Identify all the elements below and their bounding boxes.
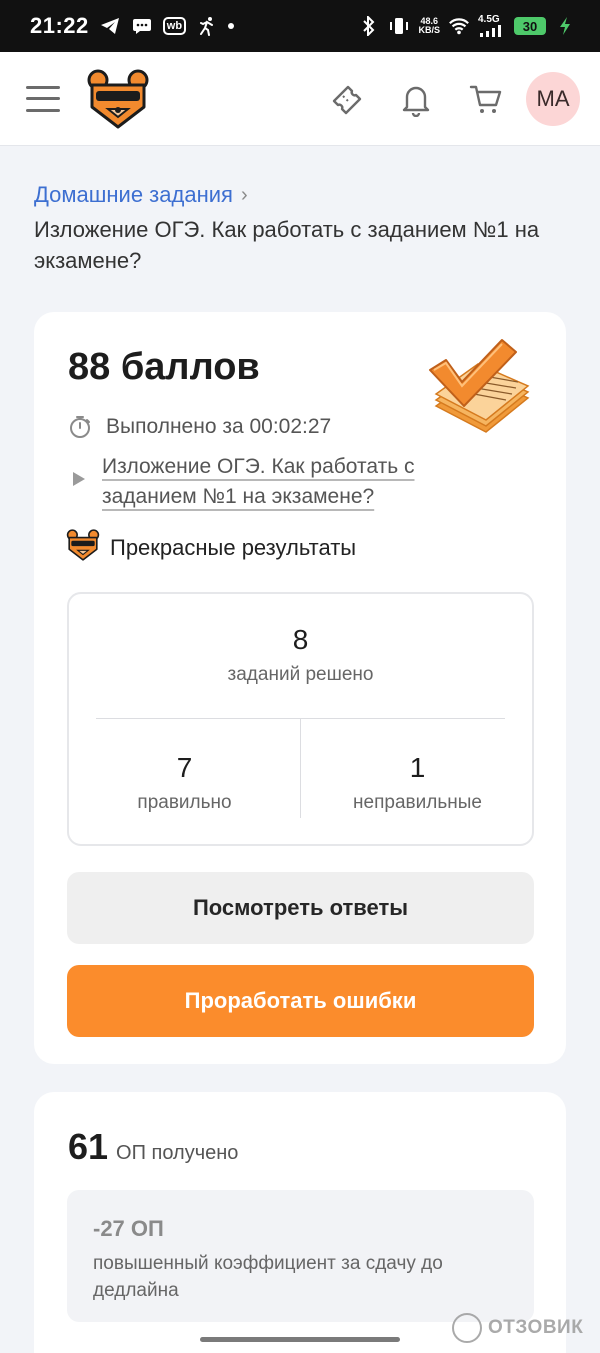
avatar[interactable]: MA — [526, 71, 580, 126]
result-card: 88 баллов Выполнено за 00:02:27 Изложени… — [34, 312, 566, 1064]
penalty-value: -27 ОП — [93, 1216, 164, 1241]
lesson-link[interactable]: Изложение ОГЭ. Как работать с заданием №… — [102, 452, 422, 512]
work-on-errors-button[interactable]: Проработать ошибки — [67, 965, 534, 1037]
vibrate-icon — [388, 15, 410, 37]
stats-box: 8 заданий решено 7 правильно 1 неправиль… — [67, 592, 534, 846]
points-row: 61 ОП получено — [68, 1126, 238, 1168]
breadcrumb: Домашние задания › — [34, 182, 248, 208]
checkmark-papers-illustration — [428, 336, 534, 436]
charging-icon — [554, 15, 576, 37]
cellular-signal-icon: 4.5G — [478, 15, 506, 37]
solved-count: 8 — [292, 624, 309, 655]
bell-icon[interactable] — [398, 81, 434, 117]
network-speed: 48.6 KB/S — [418, 16, 440, 35]
status-bar: 21:22 wb 48.6 KB/S 4.5G 30 — [0, 0, 600, 52]
incorrect-stat: 1 неправильные — [301, 752, 534, 814]
bear-badge-icon — [66, 528, 100, 567]
play-icon — [68, 469, 88, 489]
chevron-right-icon: › — [240, 183, 248, 206]
bluetooth-icon — [358, 15, 380, 37]
points-label: ОП получено — [116, 1142, 239, 1164]
watermark-text: ОТЗОВИК — [488, 1317, 584, 1338]
incorrect-label: неправильные — [353, 792, 482, 813]
watermark-logo-icon — [452, 1313, 482, 1343]
cart-icon[interactable] — [468, 81, 504, 117]
correct-label: правильно — [137, 792, 232, 813]
page-title: Изложение ОГЭ. Как работать с заданием №… — [34, 217, 540, 273]
completion-time-row: Выполнено за 00:02:27 — [68, 414, 331, 440]
points-value: 61 — [68, 1126, 109, 1167]
penalty-box: -27 ОП повышенный коэффициент за сдачу д… — [67, 1190, 534, 1322]
menu-icon[interactable] — [26, 85, 60, 112]
rating-row: Прекрасные результаты — [66, 528, 356, 567]
status-time: 21:22 — [30, 13, 89, 38]
rating-text: Прекрасные результаты — [110, 534, 357, 560]
bear-logo-icon[interactable] — [86, 67, 150, 131]
gesture-bar[interactable] — [200, 1337, 400, 1342]
otzovik-watermark: ОТЗОВИК — [452, 1313, 583, 1343]
solved-label: заданий решено — [227, 664, 374, 685]
incorrect-count: 1 — [409, 752, 426, 783]
wb-app-icon: wb — [162, 17, 187, 35]
telegram-icon — [99, 15, 121, 37]
breadcrumb-homework-link[interactable]: Домашние задания — [34, 182, 233, 208]
chat-icon — [131, 15, 153, 37]
correct-count: 7 — [176, 752, 193, 783]
notification-dot — [228, 23, 235, 29]
lesson-link-row: Изложение ОГЭ. Как работать с заданием №… — [68, 452, 422, 512]
penalty-description: повышенный коэффициент за сдачу до дедла… — [93, 1253, 443, 1301]
score-value: 88 баллов — [68, 346, 260, 388]
completion-time-text: Выполнено за 00:02:27 — [106, 415, 332, 438]
solved-stat: 8 заданий решено — [69, 624, 532, 686]
ticket-icon[interactable] — [328, 81, 364, 117]
wifi-icon — [448, 15, 470, 37]
running-icon — [196, 15, 218, 37]
view-answers-button[interactable]: Посмотреть ответы — [67, 872, 534, 944]
app-header: MA — [0, 52, 600, 146]
battery-indicator: 30 — [514, 17, 546, 35]
correct-stat: 7 правильно — [69, 752, 300, 814]
stopwatch-icon — [68, 415, 92, 439]
